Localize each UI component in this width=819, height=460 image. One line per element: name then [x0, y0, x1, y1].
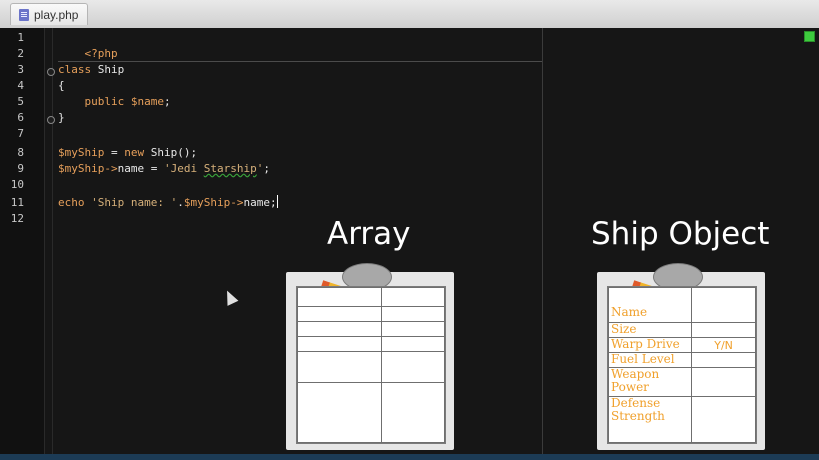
- spellcheck-underline: Starship: [203, 162, 257, 175]
- fold-open-icon[interactable]: [47, 68, 55, 76]
- code-line-5: public $name;: [84, 95, 171, 108]
- line-number: 6: [17, 111, 24, 124]
- text-cursor: [276, 195, 278, 208]
- code-line-4: {: [58, 79, 65, 92]
- status-ok-indicator: [804, 31, 815, 42]
- array-heading: Array: [327, 216, 411, 252]
- field-warp-drive: Warp Drive: [607, 337, 693, 353]
- code-line-3: class Ship: [58, 63, 125, 76]
- line-number: 12: [10, 212, 24, 225]
- line-number-gutter: 1 2 3 4 5 6 7 8 9 10 11 12: [0, 28, 45, 454]
- ship-object-table: Name Size Warp Drive Y/N Fuel Level Weapo…: [607, 286, 757, 444]
- ship-object-heading: Ship Object: [591, 216, 770, 252]
- line-number: 9: [17, 162, 24, 175]
- code-line-11: echo 'Ship name: '.$myShip->name;: [58, 195, 278, 209]
- code-line-8: $myShip = new Ship();: [58, 146, 198, 159]
- field-size: Size: [607, 322, 693, 338]
- field-weapon-power: Weapon Power: [607, 367, 693, 397]
- array-clipboard: [286, 263, 454, 450]
- field-warp-drive-value: Y/N: [691, 337, 756, 353]
- tab-label: play.php: [34, 7, 79, 22]
- line-number: 10: [10, 178, 24, 191]
- tab-bar: play.php: [0, 0, 819, 29]
- array-table: [296, 286, 446, 444]
- field-name: Name: [607, 287, 693, 323]
- line-number: 4: [17, 79, 24, 92]
- line-number: 3: [17, 63, 24, 76]
- line-number: 11: [10, 196, 24, 209]
- line-number: 1: [17, 31, 24, 44]
- tab-play-php[interactable]: play.php: [10, 3, 88, 25]
- ship-object-clipboard: Name Size Warp Drive Y/N Fuel Level Weapo…: [597, 263, 765, 450]
- line-number: 8: [17, 146, 24, 159]
- code-line-9: $myShip->name = 'Jedi Starship';: [58, 162, 270, 175]
- line-number: 5: [17, 95, 24, 108]
- line-number: 7: [17, 127, 24, 140]
- line-number: 2: [17, 47, 24, 60]
- php-file-icon: [19, 8, 29, 21]
- field-fuel-level: Fuel Level: [607, 352, 693, 368]
- print-margin: [542, 28, 543, 454]
- fold-close-icon[interactable]: [47, 116, 55, 124]
- code-line-6: }: [58, 111, 65, 124]
- field-defense-strength: Defense Strength: [607, 396, 693, 443]
- fold-guide: [52, 28, 53, 454]
- function-separator: [58, 61, 542, 62]
- bottom-status-bar: [0, 454, 819, 460]
